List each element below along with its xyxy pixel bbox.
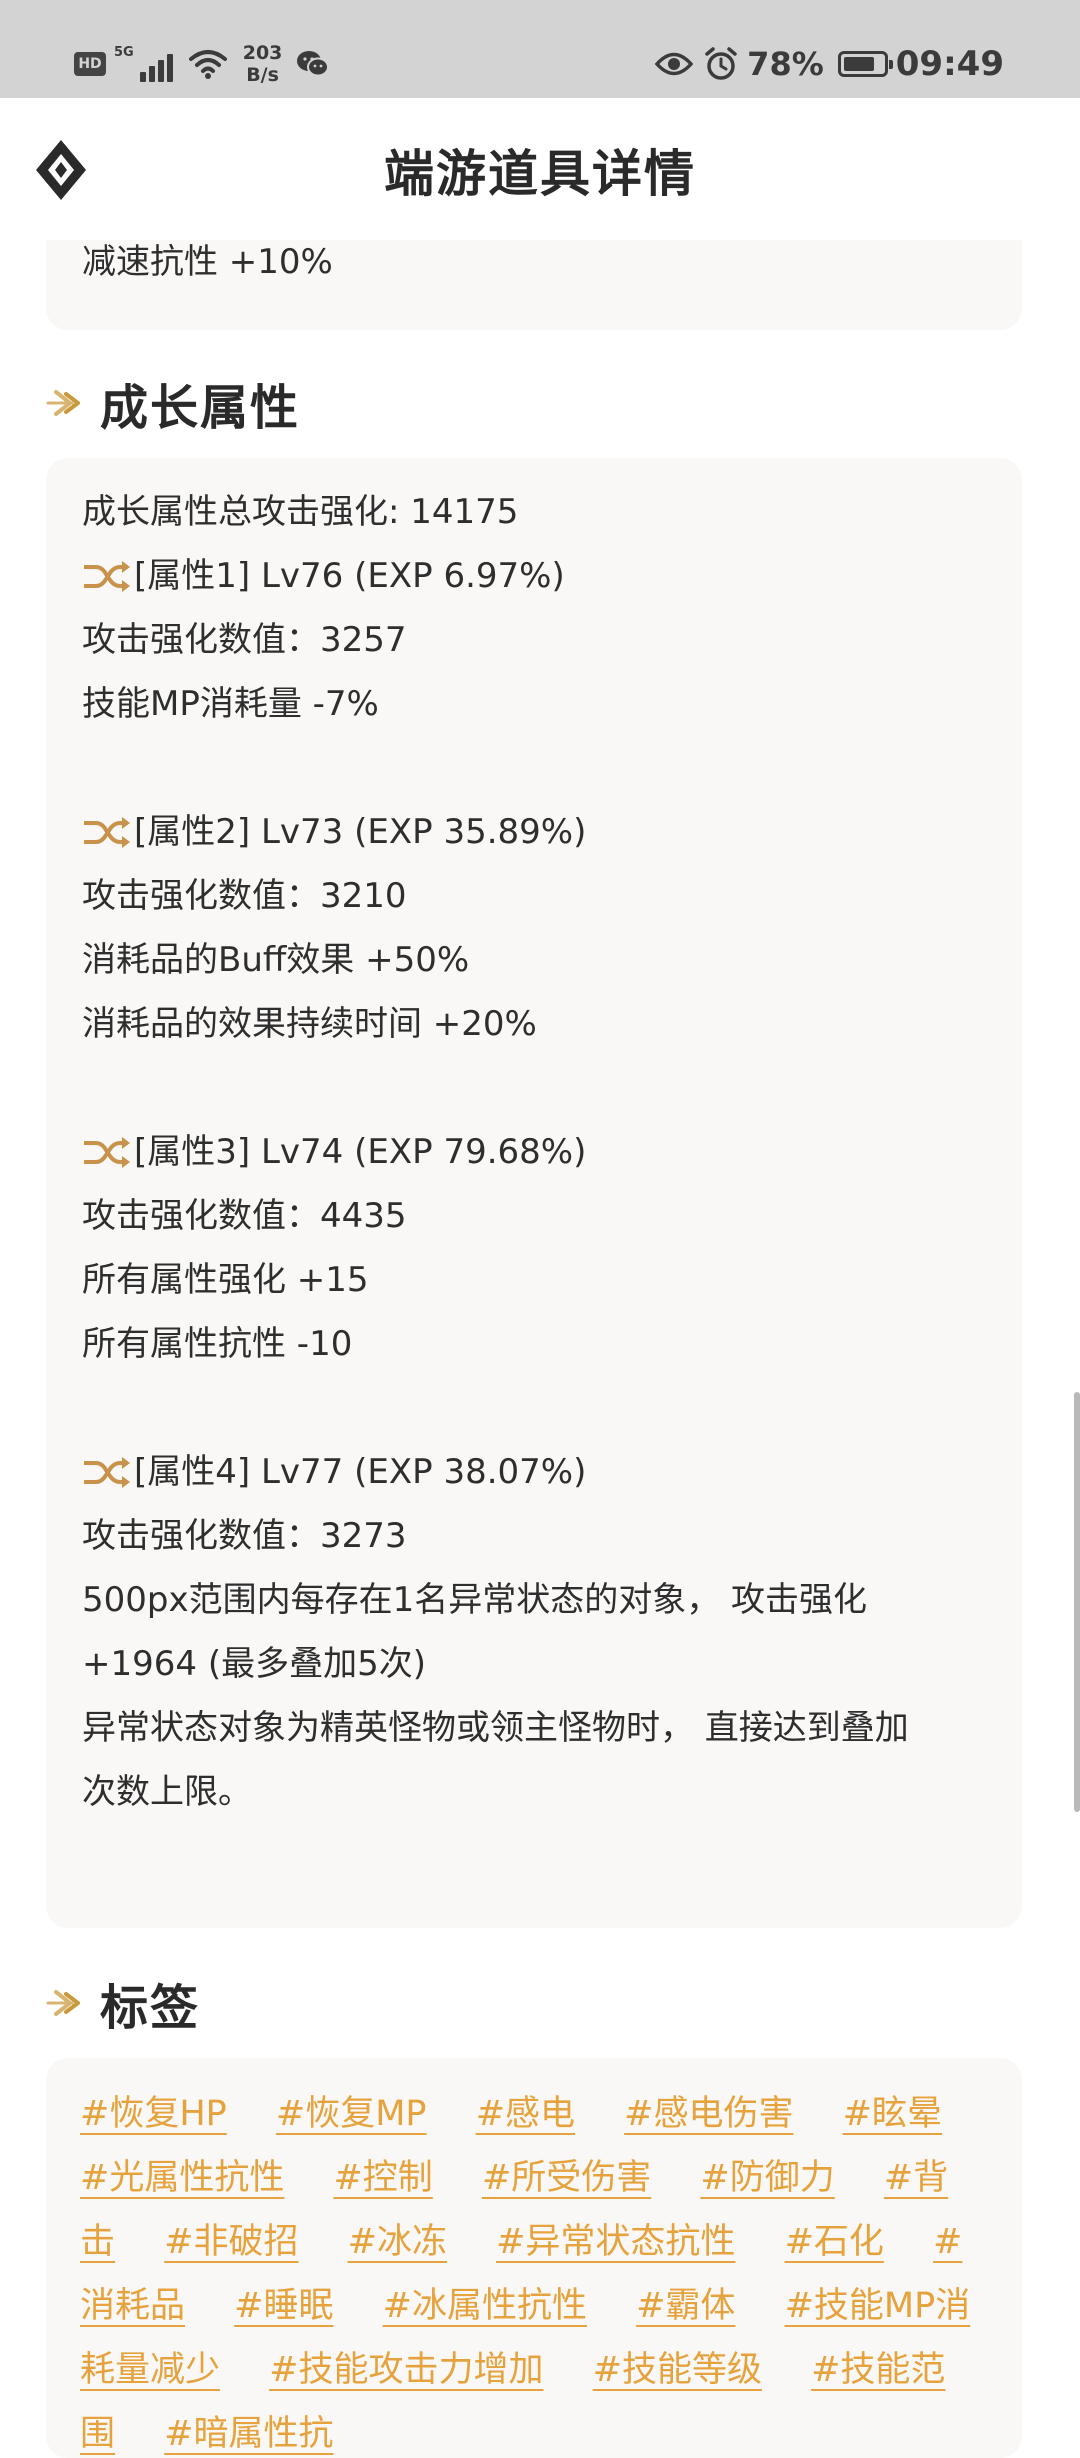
hd-badge: HD: [74, 52, 106, 76]
tag-link[interactable]: #防御力: [700, 2158, 834, 2198]
attribute-line: 攻击强化数值：3257: [82, 620, 407, 660]
tag-link[interactable]: #非破招: [164, 2222, 298, 2262]
tag-link[interactable]: #所受伤害: [482, 2158, 651, 2198]
status-bar-right: 78% 09:49: [655, 38, 1004, 90]
shuffle-icon: [84, 1137, 130, 1168]
cellular-signal-icon: 5G: [114, 46, 173, 82]
attribute-line: 异常状态对象为精英怪物或领主怪物时， 直接达到叠加: [82, 1708, 909, 1748]
attribute-line: 消耗品的Buff效果 +50%: [82, 940, 470, 980]
tags-card: #恢复HP #恢复MP #感电 #感电伤害 #眩晕 #光属性抗性 #控制 #所受…: [46, 2058, 1022, 2458]
battery-level: [843, 57, 874, 71]
tag-link[interactable]: #冰属性抗性: [383, 2286, 587, 2326]
battery-percent: 78%: [747, 45, 824, 83]
attribute-line: +1964 (最多叠加5次): [82, 1644, 426, 1684]
tag-link[interactable]: #异常状态抗性: [496, 2222, 735, 2262]
tag-link[interactable]: #感电伤害: [624, 2094, 793, 2134]
status-bar-left: HD 5G 203 B/s: [74, 38, 330, 90]
section-title: 成长属性: [100, 380, 301, 436]
shuffle-icon: [84, 561, 130, 592]
eye-icon: [655, 52, 694, 76]
tag-link[interactable]: #技能等级: [593, 2350, 762, 2390]
attribute-header: [属性1] Lv76 (EXP 6.97%): [82, 544, 986, 608]
network-speed-value: 203: [242, 42, 283, 64]
section-header-growth: 成长属性: [46, 368, 300, 438]
growth-total: 成长属性总攻击强化: 14175: [82, 492, 519, 532]
attribute-header-text: [属性3] Lv74 (EXP 79.68%): [134, 1132, 587, 1172]
network-speed: 203 B/s: [243, 42, 283, 86]
attribute-line: 500px范围内每存在1名异常状态的对象， 攻击强化: [82, 1580, 868, 1620]
section-header-tags: 标签: [46, 1968, 200, 2038]
attribute-header: [属性2] Lv73 (EXP 35.89%): [82, 800, 986, 864]
wifi-icon: [188, 50, 227, 79]
alarm-icon: [705, 47, 737, 80]
attribute-line: 技能MP消耗量 -7%: [82, 684, 379, 724]
battery-icon: [837, 51, 893, 77]
arrow-right-icon: [46, 1990, 80, 2016]
tag-link[interactable]: #光属性抗性: [80, 2158, 284, 2198]
shuffle-icon: [84, 1457, 130, 1488]
tag-link[interactable]: #霸体: [636, 2286, 735, 2326]
attribute-block: [属性4] Lv77 (EXP 38.07%) 攻击强化数值：3273 500p…: [82, 1440, 986, 1824]
tag-link[interactable]: #控制: [333, 2158, 432, 2198]
tag-link[interactable]: #石化: [785, 2222, 884, 2262]
attribute-line: 攻击强化数值：4435: [82, 1196, 407, 1236]
arrow-right-icon: [46, 390, 80, 416]
attribute-header-text: [属性1] Lv76 (EXP 6.97%): [134, 556, 565, 596]
attribute-header: [属性4] Lv77 (EXP 38.07%): [82, 1440, 986, 1504]
tag-link[interactable]: #眩晕: [843, 2094, 942, 2134]
wechat-icon: [297, 51, 330, 77]
attribute-line: 消耗品的效果持续时间 +20%: [82, 1004, 537, 1044]
section-title: 标签: [100, 1980, 201, 2036]
growth-attributes-card: 成长属性总攻击强化: 14175 [属性1] Lv76 (EXP 6.97%) …: [46, 458, 1022, 1928]
app-header: 端游道具详情: [0, 98, 1080, 240]
attribute-header: [属性3] Lv74 (EXP 79.68%): [82, 1120, 986, 1184]
tag-link[interactable]: #睡眠: [234, 2286, 333, 2326]
scrollbar[interactable]: [1074, 1392, 1080, 1812]
tag-link[interactable]: #感电: [476, 2094, 575, 2134]
shuffle-icon: [84, 817, 130, 848]
attribute-line: 攻击强化数值：3210: [82, 876, 407, 916]
tag-list: #恢复HP #恢复MP #感电 #感电伤害 #眩晕 #光属性抗性 #控制 #所受…: [46, 2082, 1022, 2458]
attribute-header-text: [属性2] Lv73 (EXP 35.89%): [134, 812, 587, 852]
attribute-block: [属性3] Lv74 (EXP 79.68%) 攻击强化数值：4435 所有属性…: [82, 1120, 986, 1376]
attribute-line: 所有属性强化 +15: [82, 1260, 369, 1300]
tag-link[interactable]: #技能攻击力增加: [269, 2350, 543, 2390]
tag-link[interactable]: #冰冻: [348, 2222, 447, 2262]
status-time: 09:49: [895, 44, 1004, 84]
page-title: 端游道具详情: [384, 145, 696, 203]
attribute-line: 次数上限。: [82, 1772, 252, 1812]
tag-link[interactable]: #暗属性抗: [164, 2414, 333, 2454]
attribute-block: [属性1] Lv76 (EXP 6.97%) 攻击强化数值：3257 技能MP消…: [82, 544, 986, 736]
network-speed-unit: B/s: [246, 64, 279, 86]
attribute-line: 所有属性抗性 -10: [82, 1324, 353, 1364]
tag-link[interactable]: #恢复MP: [276, 2094, 427, 2134]
attribute-line: 攻击强化数值：3273: [82, 1516, 407, 1556]
tag-link[interactable]: #恢复HP: [80, 2094, 227, 2134]
status-bar: HD 5G 203 B/s 78% 09:49: [0, 0, 1080, 98]
attribute-header-text: [属性4] Lv77 (EXP 38.07%): [134, 1452, 587, 1492]
network-label: 5G: [114, 45, 134, 60]
attribute-block: [属性2] Lv73 (EXP 35.89%) 攻击强化数值：3210 消耗品的…: [82, 800, 986, 1056]
